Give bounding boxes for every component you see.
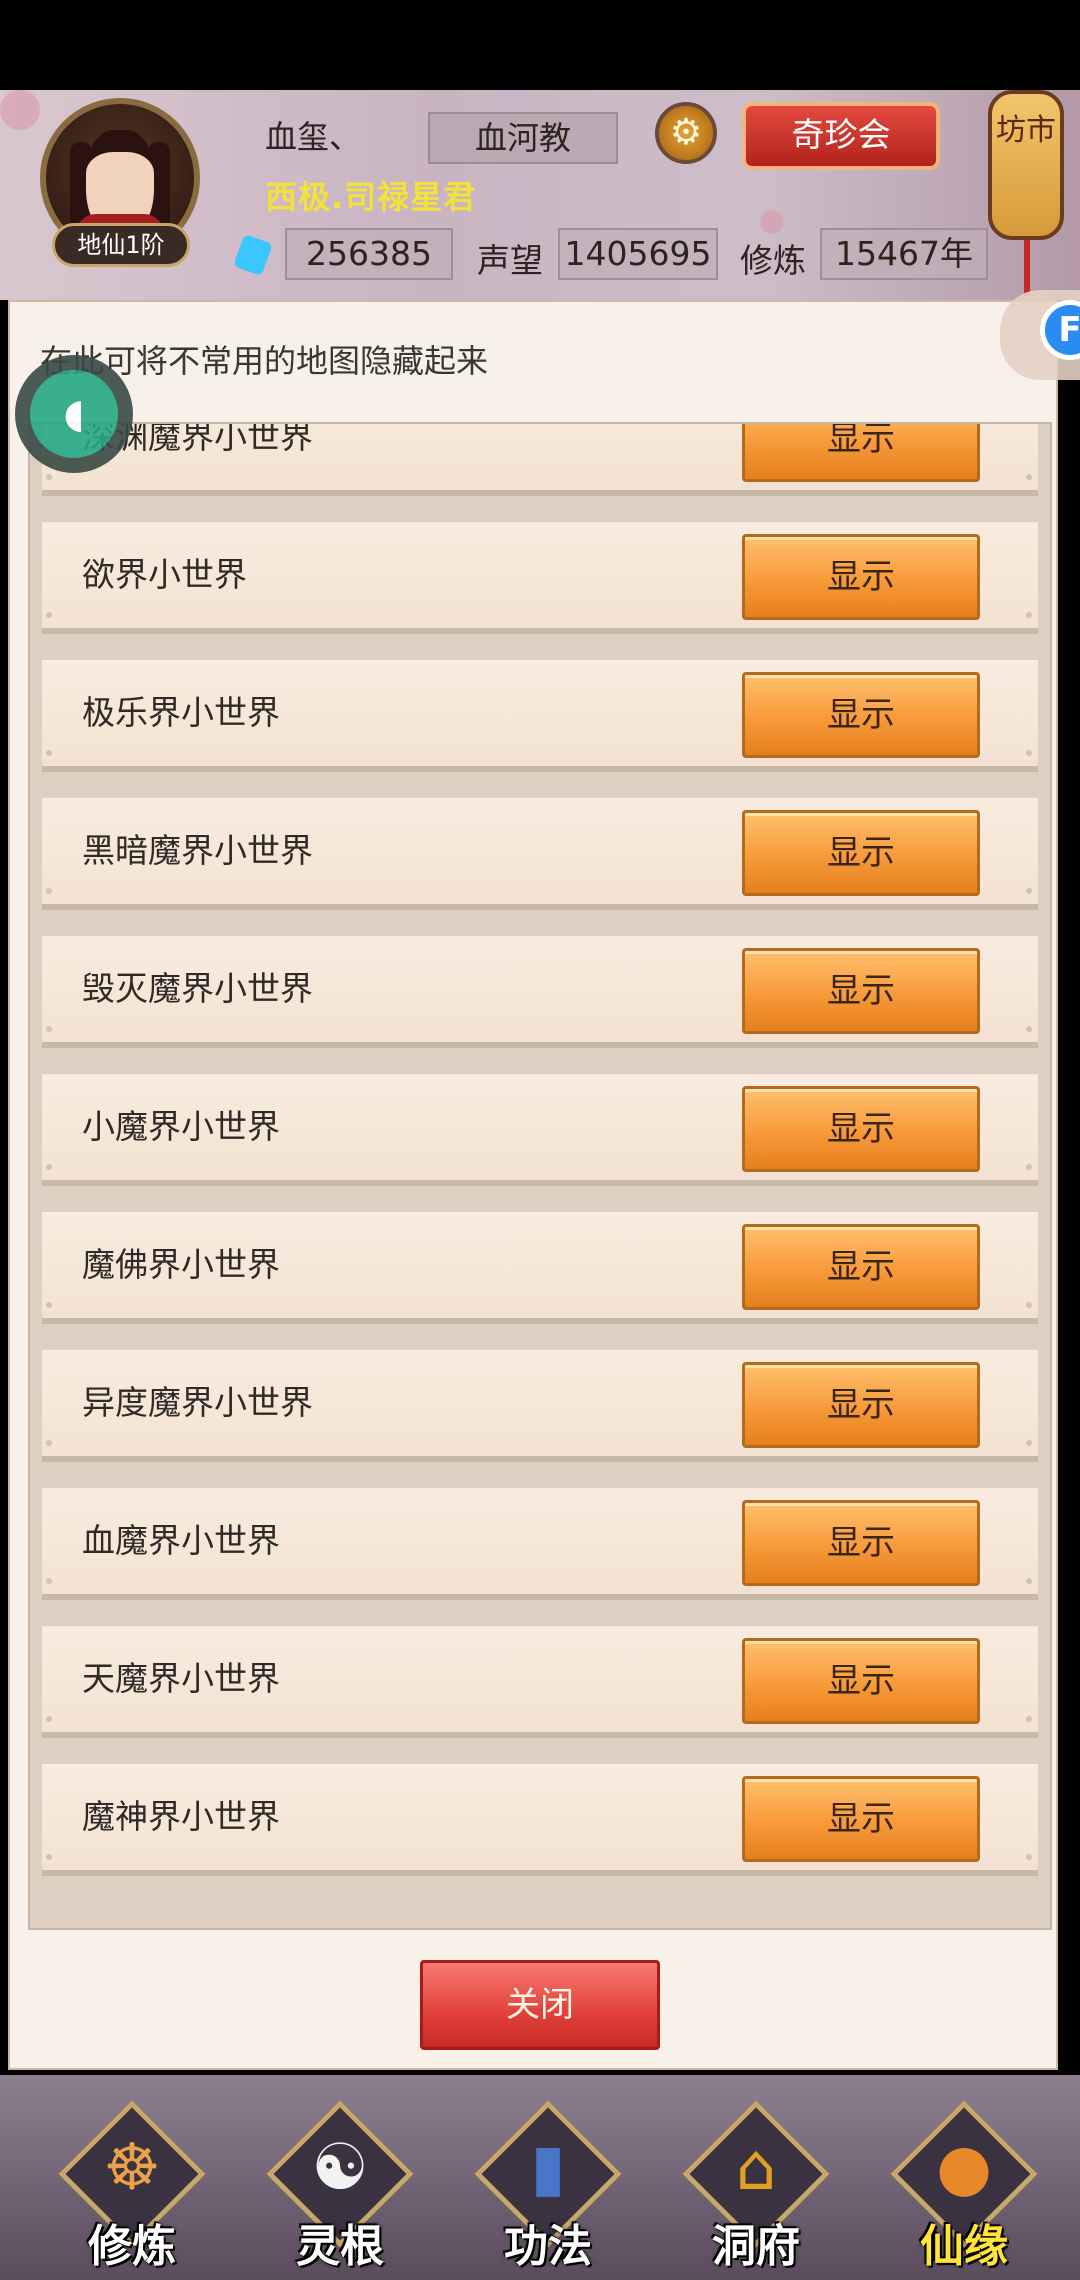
nav-label: 功法 — [504, 2221, 592, 2272]
map-name: 魔神界小世界 — [82, 1797, 280, 1836]
sect-name[interactable]: 血河教 — [428, 112, 618, 164]
map-name: 黑暗魔界小世界 — [82, 831, 313, 870]
show-button[interactable]: 显示 — [742, 672, 980, 758]
map-name: 毁灭魔界小世界 — [82, 969, 313, 1008]
blossom-decoration — [760, 210, 784, 234]
sound-wave-icon: ◖ — [30, 370, 118, 458]
gem-icon — [233, 233, 273, 277]
gear-icon[interactable]: ⚙ — [655, 102, 717, 164]
nav-item-cultivate[interactable]: ☸ 修炼 — [52, 2090, 212, 2275]
list-item: 异度魔界小世界 显示 — [42, 1350, 1038, 1462]
list-item: 魔佛界小世界 显示 — [42, 1212, 1038, 1324]
show-button[interactable]: 显示 — [742, 1224, 980, 1310]
nav-item-fate[interactable]: ● 仙缘 — [884, 2090, 1044, 2275]
cave-dwelling-icon: ⌂ — [735, 2131, 777, 2205]
nav-item-spirit-root[interactable]: ☯ 灵根 — [260, 2090, 420, 2275]
map-name: 小魔界小世界 — [82, 1107, 280, 1146]
nav-label: 修炼 — [88, 2221, 176, 2272]
nav-label: 灵根 — [296, 2221, 384, 2272]
player-title: 西极.司禄星君 — [265, 178, 477, 216]
list-item: 深渊魔界小世界 显示 — [42, 424, 1038, 496]
rank-badge: 地仙1阶 — [52, 223, 190, 267]
map-list[interactable]: 深渊魔界小世界 显示 欲界小世界 显示 极乐界小世界 显示 黑暗魔界小世界 显示… — [28, 422, 1052, 1930]
map-name: 血魔界小世界 — [82, 1521, 280, 1560]
market-lantern-button[interactable]: 坊市 — [988, 90, 1064, 240]
show-button[interactable]: 显示 — [742, 1086, 980, 1172]
bottom-navigation: ☸ 修炼 ☯ 灵根 ▮ 功法 ⌂ 洞府 ● 仙缘 — [0, 2075, 1080, 2280]
list-item: 天魔界小世界 显示 — [42, 1626, 1038, 1738]
gourd-icon: ● — [936, 2131, 992, 2205]
map-name: 欲界小世界 — [82, 555, 247, 594]
list-item: 魔神界小世界 显示 — [42, 1764, 1038, 1876]
treasure-auction-button[interactable]: 奇珍会 — [742, 102, 940, 170]
show-button[interactable]: 显示 — [742, 948, 980, 1034]
show-button[interactable]: 显示 — [742, 534, 980, 620]
list-item: 欲界小世界 显示 — [42, 522, 1038, 634]
blossom-decoration — [0, 90, 40, 130]
list-item: 毁灭魔界小世界 显示 — [42, 936, 1038, 1048]
player-name: 血玺、 — [265, 118, 362, 156]
map-name: 异度魔界小世界 — [82, 1383, 313, 1422]
nav-label: 洞府 — [712, 2221, 800, 2272]
map-name: 天魔界小世界 — [82, 1659, 280, 1698]
cultivation-value: 15467年 — [820, 228, 988, 280]
nav-item-techniques[interactable]: ▮ 功法 — [468, 2090, 628, 2275]
map-name: 魔佛界小世界 — [82, 1245, 280, 1284]
list-item: 血魔界小世界 显示 — [42, 1488, 1038, 1600]
lantern-label: 坊市 — [996, 113, 1056, 148]
spirit-root-icon: ☯ — [311, 2131, 369, 2205]
nav-item-cave[interactable]: ⌂ 洞府 — [676, 2090, 836, 2275]
nav-label: 仙缘 — [920, 2221, 1008, 2272]
close-button[interactable]: 关闭 — [420, 1960, 660, 2050]
show-button[interactable]: 显示 — [742, 1500, 980, 1586]
map-name: 极乐界小世界 — [82, 693, 280, 732]
list-item: 小魔界小世界 显示 — [42, 1074, 1038, 1186]
player-header: 地仙1阶 血玺、 西极.司禄星君 血河教 ⚙ 奇珍会 坊市 256385 声望 … — [0, 90, 1080, 300]
show-button[interactable]: 显示 — [742, 1776, 980, 1862]
scripture-book-icon: ▮ — [530, 2131, 566, 2205]
reputation-label: 声望 — [477, 241, 543, 280]
reputation-value: 1405695 — [558, 228, 718, 280]
lantern-tassel — [1024, 240, 1030, 296]
gem-count: 256385 — [285, 228, 453, 280]
list-item: 极乐界小世界 显示 — [42, 660, 1038, 772]
show-button[interactable]: 显示 — [742, 1362, 980, 1448]
show-button[interactable]: 显示 — [742, 424, 980, 482]
cultivation-label: 修炼 — [740, 241, 806, 280]
list-item: 黑暗魔界小世界 显示 — [42, 798, 1038, 910]
floating-assistant-button[interactable]: ◖ — [15, 355, 133, 473]
show-button[interactable]: 显示 — [742, 810, 980, 896]
status-bar — [0, 0, 1080, 90]
meditation-icon: ☸ — [103, 2131, 161, 2205]
show-button[interactable]: 显示 — [742, 1638, 980, 1724]
